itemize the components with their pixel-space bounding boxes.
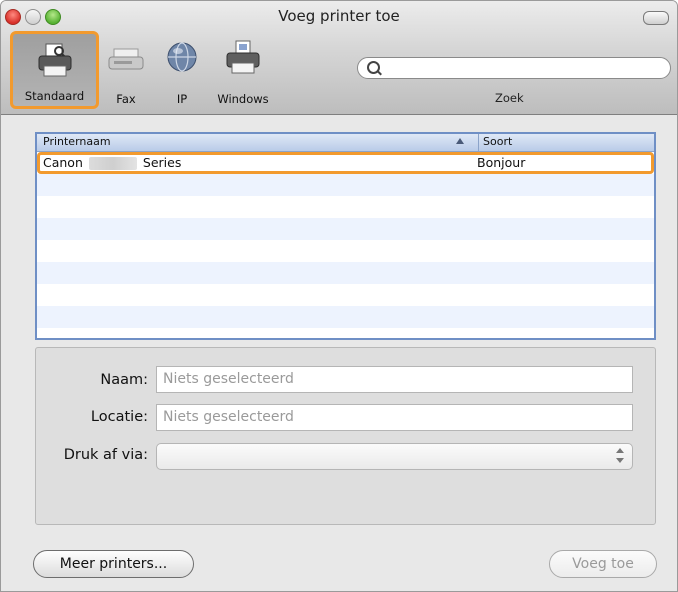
search-label: Zoek: [495, 91, 524, 105]
list-header: Printernaam Soort: [37, 134, 654, 152]
toolbar-item-label: Windows: [217, 92, 269, 106]
empty-row: [37, 284, 654, 306]
name-field[interactable]: Niets geselecteerd: [156, 366, 633, 393]
printer-name: Canon Series: [43, 155, 182, 170]
printer-list[interactable]: Printernaam Soort Canon Series Bonjour: [35, 132, 656, 340]
toolbar-item-label: Standaard: [24, 89, 85, 103]
toolbar-item-label: Fax: [116, 92, 136, 106]
add-button[interactable]: Voeg toe: [549, 550, 657, 578]
toolbar-item-ip[interactable]: IP: [157, 31, 207, 109]
location-field[interactable]: Niets geselecteerd: [156, 404, 633, 431]
printer-details-panel: Naam: Niets geselecteerd Locatie: Niets …: [35, 347, 656, 525]
toolbar-item-fax[interactable]: Fax: [101, 31, 151, 109]
toolbar: Voeg printer toe Standaard Fax IP Window…: [1, 1, 677, 115]
search-icon: [367, 61, 380, 74]
name-label: Naam:: [100, 372, 148, 388]
column-header-printernaam[interactable]: Printernaam: [43, 135, 111, 148]
chevron-updown-icon: [616, 448, 624, 464]
window-title: Voeg printer toe: [278, 7, 400, 25]
column-divider: [478, 134, 479, 151]
toolbar-item-label: IP: [176, 92, 188, 106]
printer-icon: [35, 42, 75, 82]
more-printers-button[interactable]: Meer printers...: [33, 550, 194, 578]
print-via-select[interactable]: [156, 443, 633, 470]
toolbar-toggle-button[interactable]: [643, 11, 669, 25]
empty-row: [37, 174, 654, 196]
empty-row: [37, 218, 654, 240]
empty-row: [37, 262, 654, 284]
empty-row: [37, 240, 654, 262]
location-label: Locatie:: [90, 409, 148, 425]
empty-row: [37, 306, 654, 328]
print-via-label: Druk af via:: [63, 447, 148, 463]
toolbar-item-standaard[interactable]: Standaard: [10, 31, 99, 109]
column-header-soort[interactable]: Soort: [483, 135, 512, 148]
printer-kind: Bonjour: [477, 155, 526, 170]
printer-row[interactable]: Canon Series Bonjour: [37, 152, 654, 174]
toolbar-item-windows[interactable]: Windows: [211, 31, 275, 109]
search-field[interactable]: [357, 57, 671, 79]
add-printer-window: Voeg printer toe Standaard Fax IP Window…: [0, 0, 678, 592]
sort-ascending-icon: [456, 138, 464, 144]
empty-row: [37, 196, 654, 218]
windows-printer-icon: [223, 39, 263, 79]
fax-icon: [106, 39, 146, 79]
globe-icon: [162, 39, 202, 79]
redacted-model: [88, 157, 137, 170]
